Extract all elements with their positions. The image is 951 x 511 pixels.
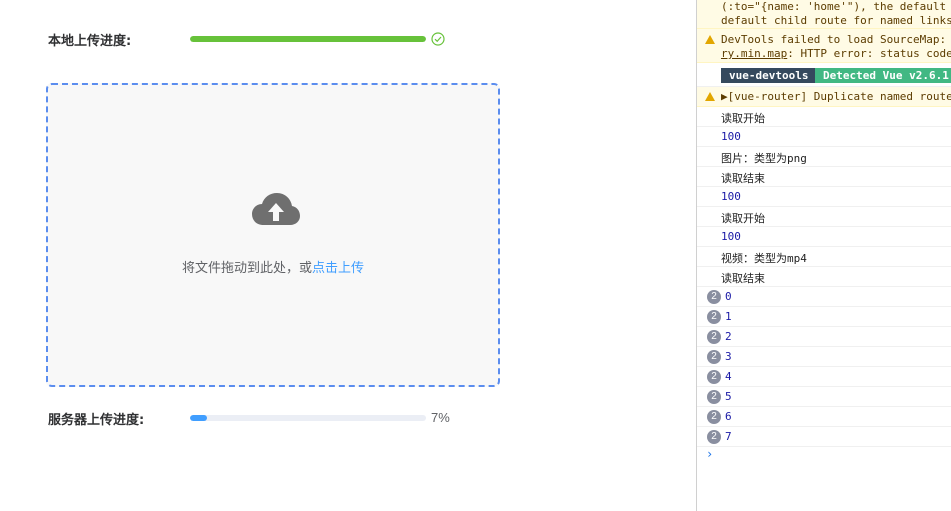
console-log: 100 [697,187,951,207]
console-repeated-log: 22 [697,327,951,347]
console-text: 3 [725,350,732,363]
console-repeated-log: 21 [697,307,951,327]
click-upload-link[interactable]: 点击上传 [312,261,364,276]
console-log: 100 [697,127,951,147]
console-text: 2 [725,330,732,343]
repeat-count-badge: 2 [707,430,721,444]
warning-icon [705,92,715,101]
dropzone-hint-text: 将文件拖动到此处，或 [181,261,312,276]
console-prompt[interactable]: › [706,447,713,461]
console-text: 读取结束 [721,272,765,285]
console-text: 0 [725,290,732,303]
warning-icon [705,35,715,44]
upload-cloud-icon [252,193,300,225]
local-upload-progress-fill [190,36,426,42]
console-warning: ▶[vue-router] Duplicate named route [697,87,951,107]
console-repeated-log: 27 [697,427,951,447]
repeat-count-badge: 2 [707,330,721,344]
vue-version-badge: Detected Vue v2.6.1 [815,68,951,83]
console-text: 视频：类型为mp4 [721,252,807,265]
console-repeated-log: 26 [697,407,951,427]
console-text: 100 [721,190,741,203]
console-text: default child route for named links [721,14,951,27]
vue-devtools-line: vue-devtools Detected Vue v2.6.1 [697,63,951,87]
console-text: 图片：类型为png [721,152,807,165]
console-repeated-log: 23 [697,347,951,367]
console-text: 100 [721,130,741,143]
server-upload-percent: 7% [431,410,450,425]
success-check-icon [431,32,445,46]
console-warning-continuation: (:to="{name: 'home'"), the default defau… [697,0,951,29]
upload-app: 本地上传进度: 将文件拖动到此处，或点击上传 服务器上传进度: 7% [0,0,696,511]
repeat-count-badge: 2 [707,350,721,364]
console-text: 5 [725,390,732,403]
server-upload-progress-fill [190,415,207,421]
console-text: 7 [725,430,732,443]
console-text: : HTTP error: status code [787,47,951,60]
console-log: 视频：类型为mp4 [697,247,951,267]
console-log: 图片：类型为png [697,147,951,167]
console-log: 读取开始 [697,107,951,127]
local-upload-label: 本地上传进度: [48,34,132,49]
console-repeated-log: 20 [697,287,951,307]
repeat-count-badge: 2 [707,410,721,424]
dropzone-hint: 将文件拖动到此处，或点击上传 [48,257,498,276]
devtools-console: (:to="{name: 'home'"), the default defau… [696,0,951,511]
console-log: 读取开始 [697,207,951,227]
repeat-count-badge: 2 [707,390,721,404]
console-warning: DevTools failed to load SourceMap: ry.mi… [697,29,951,63]
console-text: 读取结束 [721,172,765,185]
server-upload-progress-bar [190,415,426,421]
console-log: 读取结束 [697,167,951,187]
console-text: 100 [721,230,741,243]
console-text: 4 [725,370,732,383]
console-text[interactable]: ▶[vue-router] Duplicate named route [721,90,951,103]
console-text: 6 [725,410,732,423]
console-text: DevTools failed to load SourceMap: [721,33,947,46]
repeat-count-badge: 2 [707,370,721,384]
repeat-count-badge: 2 [707,310,721,324]
console-log: 读取结束 [697,267,951,287]
upload-dropzone[interactable]: 将文件拖动到此处，或点击上传 [46,83,500,387]
vue-devtools-badge: vue-devtools [721,68,817,83]
console-text: 1 [725,310,732,323]
repeat-count-badge: 2 [707,290,721,304]
sourcemap-link[interactable]: ry.min.map [721,47,787,60]
local-upload-progress-bar [190,36,426,42]
server-upload-label: 服务器上传进度: [48,413,145,428]
console-repeated-log: 25 [697,387,951,407]
console-log: 100 [697,227,951,247]
console-text: 读取开始 [721,112,765,125]
console-repeated-log: 24 [697,367,951,387]
console-text: 读取开始 [721,212,765,225]
console-text: (:to="{name: 'home'"), the default [721,0,947,13]
